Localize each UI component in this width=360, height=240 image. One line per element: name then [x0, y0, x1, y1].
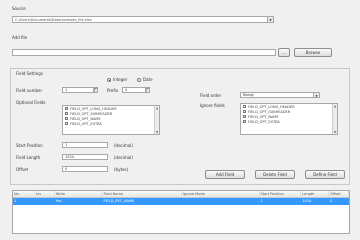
checkbox[interactable]: [65, 112, 68, 115]
checkbox[interactable]: [65, 117, 68, 120]
mode-date-label: Date: [143, 77, 153, 82]
start-position-input[interactable]: 1: [62, 142, 108, 148]
start-position-label: Start Position: [16, 143, 43, 148]
browse-small-button[interactable]: ...: [278, 48, 290, 57]
fields-table[interactable]: No. Ins Write Field Name Ignore Mode Sta…: [12, 190, 350, 234]
field-length-value: 1024: [65, 155, 74, 159]
field-number-spinner-icon[interactable]: ▴▾: [94, 87, 98, 93]
offset-input[interactable]: 0: [62, 166, 108, 172]
offset-label: Offset: [16, 167, 29, 172]
checkbox[interactable]: [65, 122, 68, 125]
source-label: Source: [12, 6, 26, 11]
optional-fields-label: Optional Fields: [16, 100, 46, 105]
checkbox[interactable]: [243, 115, 246, 118]
field-length-label: Field Length: [16, 155, 41, 160]
table-cell: 0: [330, 199, 333, 203]
column-header[interactable]: Offset: [329, 191, 349, 197]
field-settings-label: Field Settings: [16, 71, 43, 76]
ignore-fields-label: Ignore fields: [200, 103, 225, 108]
list-item[interactable]: FIELD_OPT_EXTRA: [63, 121, 159, 126]
table-cell: 1: [260, 199, 263, 203]
checkbox[interactable]: [243, 105, 246, 108]
offset-unit: (bytes): [114, 167, 129, 172]
scroll-up-icon: ▲: [333, 104, 337, 108]
field-number-value: 1: [65, 88, 68, 92]
mode-integer-radio[interactable]: [107, 78, 111, 82]
mode-date-radio[interactable]: [137, 78, 141, 82]
field-number-input[interactable]: 1: [62, 87, 94, 93]
delete-field-button[interactable]: Delete Field: [255, 170, 295, 179]
field-order-label: Field order: [200, 93, 222, 98]
column-header[interactable]: Length: [301, 191, 330, 197]
scrollbar[interactable]: ▲ ▼: [154, 106, 159, 134]
prefix-input[interactable]: 0: [122, 87, 146, 93]
source-value: C:\Users\Documents\Data\example_file.xls…: [15, 18, 92, 22]
scroll-up-icon: ▲: [155, 106, 159, 110]
start-position-value: 1: [65, 143, 68, 147]
field-order-value: Ready: [243, 93, 254, 97]
optional-fields-list[interactable]: FIELD_OPT_LONG_HEADER FIELD_OPT_SUBHEADE…: [62, 105, 160, 135]
scroll-down-icon: ▼: [333, 130, 337, 134]
prefix-value: 0: [125, 88, 128, 92]
column-header[interactable]: Ins: [35, 191, 55, 197]
mode-integer-label: Integer: [113, 77, 128, 82]
column-header[interactable]: No.: [13, 191, 35, 197]
column-header[interactable]: Write: [55, 191, 103, 197]
table-cell: [35, 198, 55, 205]
chevron-down-icon[interactable]: ▼: [267, 17, 273, 22]
define-field-button[interactable]: Define Field: [305, 170, 345, 179]
list-item[interactable]: FIELD_OPT_EXTRA: [241, 119, 337, 124]
field-number-label: Field number: [16, 88, 43, 93]
table-cell: Yes: [55, 199, 62, 203]
browse-button[interactable]: Browse: [294, 48, 332, 57]
field-length-input[interactable]: 1024: [62, 154, 108, 160]
column-header[interactable]: Ignore Mode: [182, 191, 260, 197]
checkbox[interactable]: [243, 120, 246, 123]
scrollbar[interactable]: ▲ ▼: [332, 104, 337, 134]
offset-value: 0: [65, 167, 68, 171]
ignore-fields-list[interactable]: FIELD_OPT_LONG_HEADER FIELD_OPT_SUBHEADE…: [240, 103, 338, 135]
checkbox[interactable]: [243, 110, 246, 113]
table-cell: [182, 198, 260, 205]
chevron-down-icon[interactable]: ▼: [313, 93, 319, 98]
field-length-unit: (decimal): [114, 155, 133, 160]
table-cell: 1: [14, 199, 17, 203]
table-cell: 1024: [302, 199, 312, 203]
add-field-button[interactable]: Add Field: [205, 170, 245, 179]
column-header[interactable]: Start Position: [260, 191, 302, 197]
start-position-unit: (decimal): [114, 143, 133, 148]
field-order-combo[interactable]: Ready ▼: [240, 92, 320, 98]
table-cell: FIELD_REC_NAME: [103, 199, 135, 203]
column-header[interactable]: Field Name: [102, 191, 182, 197]
checkbox[interactable]: [65, 107, 68, 110]
prefix-spinner-icon[interactable]: ▴▾: [146, 87, 150, 93]
prefix-label: Prefix: [107, 88, 119, 93]
scroll-down-icon: ▼: [155, 130, 159, 134]
add-file-label: Add file: [12, 35, 28, 40]
add-file-field[interactable]: [12, 49, 276, 56]
source-combo[interactable]: C:\Users\Documents\Data\example_file.xls…: [12, 16, 274, 23]
table-header: No. Ins Write Field Name Ignore Mode Sta…: [13, 191, 349, 198]
table-row[interactable]: 1 Yes FIELD_REC_NAME 1 1024 0: [13, 198, 349, 205]
